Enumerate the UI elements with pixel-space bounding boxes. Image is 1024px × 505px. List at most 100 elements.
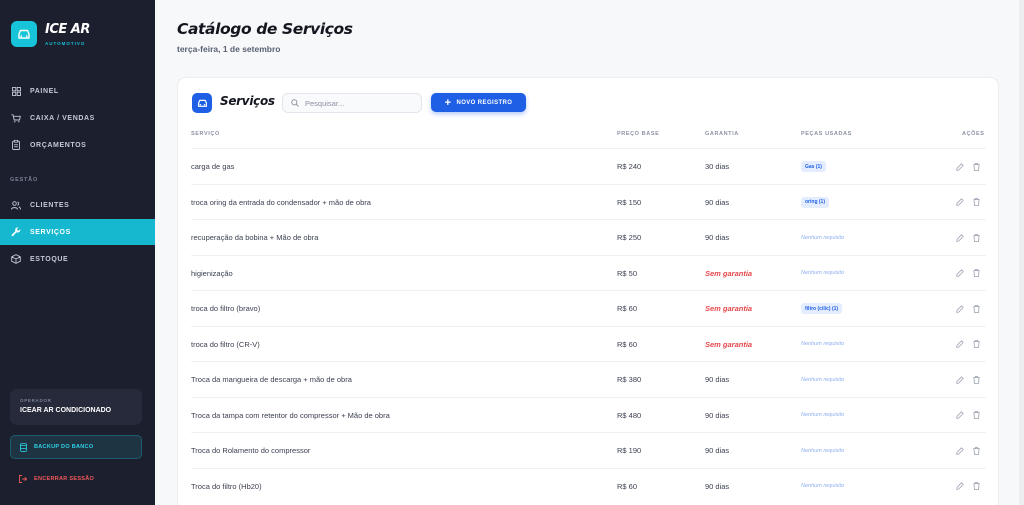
no-parts-text: Nenhum requisito <box>801 270 845 277</box>
nav-item-estoque[interactable]: ESTOQUE <box>0 246 155 272</box>
search-input[interactable] <box>305 98 415 108</box>
no-parts-text: Nenhum requisito <box>801 483 845 490</box>
new-record-label: NOVO REGISTRO <box>456 99 513 106</box>
operator-name: ICEAR AR CONDICIONADO <box>20 407 112 414</box>
nav-item-painel[interactable]: PAINEL <box>0 78 155 104</box>
part-badge: filtro (cilic) (1) <box>801 303 843 315</box>
actions-cell <box>949 149 981 185</box>
price-cell: R$ 60 <box>617 339 638 349</box>
dashboard-icon <box>11 86 21 96</box>
trash-icon[interactable] <box>971 375 981 385</box>
price-cell: R$ 250 <box>617 233 642 243</box>
service-name: Troca do filtro (Hb20) <box>191 481 262 491</box>
price-cell: R$ 190 <box>617 446 642 456</box>
warranty-cell: 90 dias <box>705 481 730 491</box>
table-row: recuperação da bobina + Mão de obra R$ 2… <box>191 219 986 255</box>
warranty-cell: 90 dias <box>705 197 730 207</box>
sidebar: ICE AR AUTOMOTIVO PAINEL CAIXA / VENDAS … <box>0 0 155 505</box>
table-row: higienização R$ 50 Sem garantia Nenhum r… <box>191 254 986 292</box>
actions-cell <box>949 362 981 398</box>
column-header-warranty: GARANTIA <box>705 131 739 137</box>
warranty-cell: 90 dias <box>705 233 730 243</box>
backup-label: BACKUP DO BANCO <box>34 444 94 450</box>
trash-icon[interactable] <box>971 197 981 207</box>
service-name: troca oring da entrada do condensador + … <box>191 197 371 207</box>
brand[interactable]: ICE AR AUTOMOTIVO <box>11 21 90 47</box>
nav-item-caixa-vendas[interactable]: CAIXA / VENDAS <box>0 105 155 131</box>
operator-card: OPERADOR ICEAR AR CONDICIONADO <box>10 389 142 425</box>
price-cell: R$ 50 <box>617 268 638 278</box>
nav-item-orcamentos[interactable]: ORÇAMENTOS <box>0 132 155 158</box>
trash-icon[interactable] <box>971 410 981 420</box>
service-name: Troca da mangueira de descarga + mão de … <box>191 375 352 385</box>
new-record-button[interactable]: + NOVO REGISTRO <box>431 93 526 112</box>
actions-cell <box>949 256 981 292</box>
trash-icon[interactable] <box>971 233 981 243</box>
nav-item-clientes[interactable]: CLIENTES <box>0 192 155 218</box>
clipboard-icon <box>11 140 21 150</box>
price-cell: R$ 480 <box>617 410 642 420</box>
warranty-cell: 30 dias <box>705 162 730 172</box>
table-row: carga de gas R$ 240 30 dias Gas (1) <box>191 148 986 184</box>
warranty-cell: Sem garantia <box>705 304 753 314</box>
scrollbar-track[interactable] <box>1019 0 1024 505</box>
parts-cell: filtro (cilic) (1) <box>801 291 843 327</box>
parts-cell: Nenhum requisito <box>801 256 844 292</box>
nav-label: ESTOQUE <box>30 255 69 263</box>
part-badge: Gas (1) <box>801 161 826 173</box>
edit-icon[interactable] <box>955 233 965 243</box>
plus-icon: + <box>444 96 452 109</box>
service-name: higienização <box>191 268 233 278</box>
trash-icon[interactable] <box>971 481 981 491</box>
trash-icon[interactable] <box>971 268 981 278</box>
column-header-parts: PEÇAS USADAS <box>801 131 852 137</box>
nav-label: ORÇAMENTOS <box>30 141 87 149</box>
nav-item-servicos[interactable]: SERVIÇOS <box>0 219 155 245</box>
database-icon <box>20 442 27 452</box>
price-cell: R$ 380 <box>617 375 642 385</box>
actions-cell <box>949 185 981 221</box>
parts-cell: Nenhum requisito <box>801 398 844 434</box>
price-cell: R$ 60 <box>617 481 638 491</box>
logout-icon <box>19 475 27 483</box>
edit-icon[interactable] <box>955 197 965 207</box>
parts-cell: Nenhum requisito <box>801 327 844 363</box>
actions-cell <box>949 291 981 327</box>
price-cell: R$ 150 <box>617 197 642 207</box>
nav-label: CAIXA / VENDAS <box>30 114 95 122</box>
edit-icon[interactable] <box>955 162 965 172</box>
table-row: troca oring da entrada do condensador + … <box>191 183 986 221</box>
cart-icon <box>11 113 21 123</box>
no-parts-text: Nenhum requisito <box>801 341 845 348</box>
search-icon <box>291 99 299 107</box>
trash-icon[interactable] <box>971 162 981 172</box>
edit-icon[interactable] <box>955 410 965 420</box>
logout-button[interactable]: ENCERRAR SESSÃO <box>10 472 142 486</box>
no-parts-text: Nenhum requisito <box>801 376 845 383</box>
parts-cell: Nenhum requisito <box>801 469 844 505</box>
trash-icon[interactable] <box>971 304 981 314</box>
no-parts-text: Nenhum requisito <box>801 447 845 454</box>
trash-icon[interactable] <box>971 339 981 349</box>
parts-cell: Gas (1) <box>801 149 826 185</box>
car-icon <box>11 21 37 47</box>
edit-icon[interactable] <box>955 446 965 456</box>
brand-name: ICE AR <box>45 21 90 37</box>
edit-icon[interactable] <box>955 268 965 278</box>
edit-icon[interactable] <box>955 339 965 349</box>
table-row: Troca da tampa com retentor do compresso… <box>191 396 986 434</box>
actions-cell <box>949 327 981 363</box>
trash-icon[interactable] <box>971 446 981 456</box>
edit-icon[interactable] <box>955 481 965 491</box>
backup-button[interactable]: BACKUP DO BANCO <box>10 435 142 459</box>
parts-cell: oring (1) <box>801 185 829 221</box>
warranty-cell: Sem garantia <box>705 268 753 278</box>
warranty-cell: 90 dias <box>705 446 730 456</box>
edit-icon[interactable] <box>955 304 965 314</box>
service-name: troca do filtro (CR-V) <box>191 339 260 349</box>
card-title: Serviços <box>220 94 275 108</box>
operator-label: OPERADOR <box>20 398 52 403</box>
actions-cell <box>949 220 981 256</box>
table-row: Troca da mangueira de descarga + mão de … <box>191 361 986 397</box>
edit-icon[interactable] <box>955 375 965 385</box>
